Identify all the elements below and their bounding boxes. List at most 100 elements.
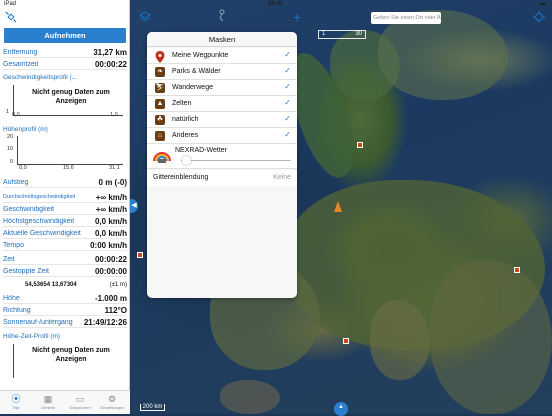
- scale-top-left: 1: [322, 31, 326, 37]
- coordinates-value: 54,53654 13,67304: [25, 282, 77, 288]
- elevation-x-tick: 31,1: [109, 165, 120, 171]
- trip-sidebar: Aufnehmen Entfernung 31,27 km Gesamtzeit…: [0, 0, 130, 414]
- search-input[interactable]: Geben Sie einen Ort oder Adresse: [371, 12, 441, 24]
- mask-item-trails[interactable]: ⛷ Wanderwege ✓: [147, 80, 297, 96]
- add-icon[interactable]: +: [293, 9, 301, 25]
- stat-value: -1.000 m: [94, 293, 127, 303]
- nature-icon: ☘: [155, 115, 165, 125]
- coordinates-accuracy: (±1 m): [109, 282, 127, 288]
- tab-saved[interactable]: ▭ Gespeichert: [66, 393, 94, 410]
- checkmark-icon: ✓: [284, 98, 291, 107]
- mask-item-label: Anderes: [172, 132, 199, 139]
- scale-top-right: 30: [355, 31, 362, 37]
- stat-row: Durchschnittsgeschwindigkeit +∞ km/h: [3, 192, 127, 203]
- elevation-axis: [17, 136, 18, 164]
- grid-overlay-value: Keine: [273, 174, 291, 181]
- mask-item-camping[interactable]: ▲ Zelten ✓: [147, 96, 297, 112]
- status-bar: iPad 09:41 ▬: [0, 0, 552, 9]
- stat-label: Höchstgeschwindigkeit: [3, 217, 75, 225]
- stat-row: Aufstieg 0 m (-0): [3, 177, 127, 188]
- stat-label: Aktuelle Geschwindigkeit: [3, 229, 81, 237]
- map-poi-marker[interactable]: [137, 252, 143, 258]
- pin-icon: [155, 51, 165, 63]
- rainbow-icon: [153, 147, 171, 165]
- stat-value: 21:49/12:26: [83, 317, 127, 327]
- stat-value: 00:00:00: [94, 266, 127, 276]
- current-location-arrow-icon: [334, 201, 342, 212]
- carrier-label: iPad: [4, 1, 17, 7]
- tab-bar: ⦿ Trip ▦ Gebiete ▭ Gespeichert ⚙ Einstel…: [0, 390, 130, 414]
- sidebar-toolbar: [0, 9, 130, 26]
- checkmark-icon: ✓: [284, 50, 291, 59]
- stat-value: 112°O: [104, 305, 127, 315]
- nexrad-slider-thumb[interactable]: [182, 156, 191, 165]
- stat-row: Richtung 112°O: [3, 305, 127, 316]
- mask-item-label: Zelten: [172, 100, 192, 107]
- leaf-icon: ❧: [155, 67, 165, 77]
- stat-label: Aufstieg: [3, 178, 29, 186]
- stat-value: +∞ km/h: [95, 204, 127, 214]
- mask-item-nature[interactable]: ☘ natürlich ✓: [147, 112, 297, 128]
- speed-profile-title: Geschwindigkeitsprofil (...: [3, 74, 78, 81]
- tent-icon: ▲: [155, 99, 165, 109]
- grid-overlay-row[interactable]: Gittereinblendung Keine: [147, 170, 297, 186]
- route-icon[interactable]: [215, 9, 227, 26]
- layers-icon[interactable]: [139, 11, 151, 26]
- elevation-y-tick: 20: [7, 134, 14, 140]
- stat-label: Gestoppte Zeit: [3, 267, 49, 275]
- map-poi-marker[interactable]: [514, 267, 520, 273]
- tab-areas[interactable]: ▦ Gebiete: [34, 393, 62, 410]
- stat-label: Tempo: [3, 241, 25, 249]
- tab-label: Gespeichert: [69, 405, 91, 410]
- checkmark-icon: ✓: [284, 82, 291, 91]
- stat-row: Gesamtzeit 00:00:22: [3, 59, 127, 70]
- checkmark-icon: ✓: [284, 130, 291, 139]
- elevation-x-tick: 15,6: [63, 165, 74, 171]
- stat-row: Höchstgeschwindigkeit 0,0 km/h: [3, 216, 127, 227]
- locate-me-icon[interactable]: [533, 11, 545, 26]
- map-poi-marker[interactable]: [357, 142, 363, 148]
- tab-settings[interactable]: ⚙ Einstellungen: [98, 393, 126, 410]
- tab-label: Gebiete: [40, 405, 55, 410]
- stat-row: Gestoppte Zeit 00:00:00: [3, 266, 127, 277]
- stat-value: 0:00 km/h: [90, 240, 127, 250]
- time-profile-chart: Nicht genug Daten zum Anzeigen: [3, 342, 127, 382]
- elevation-profile-title: Höhenprofil (m): [3, 126, 48, 133]
- mask-item-label: natürlich: [172, 116, 199, 123]
- stat-label: Gesamtzeit: [3, 60, 39, 68]
- stat-row: Aktuelle Geschwindigkeit 0,0 km/h: [3, 228, 127, 239]
- gear-icon: ⚙: [107, 394, 117, 404]
- mask-item-label: Meine Wegpunkte: [172, 52, 229, 59]
- checkmark-icon: ✓: [284, 114, 291, 123]
- nexrad-slider-track[interactable]: [181, 160, 291, 161]
- folder-icon: ▭: [75, 394, 85, 404]
- stat-value: 0 m (-0): [98, 177, 127, 187]
- elevation-profile-chart: 20 10 0 0,0 15,6 31,1: [3, 134, 127, 174]
- time-profile-axis: [13, 344, 14, 378]
- stat-value: 0,0 km/h: [94, 228, 127, 238]
- elevation-y-tick: 0: [10, 159, 14, 165]
- scale-indicator-top: 1 30: [318, 30, 366, 39]
- mask-item-parks[interactable]: ❧ Parks & Wälder ✓: [147, 64, 297, 80]
- stat-label: Richtung: [3, 306, 31, 314]
- grid-overlay-label: Gittereinblendung: [153, 174, 209, 181]
- stat-row: Tempo 0:00 km/h: [3, 240, 127, 251]
- satellite-icon[interactable]: [5, 11, 18, 24]
- scale-bar: 200 km: [140, 404, 165, 411]
- grid-icon: ▦: [43, 394, 53, 404]
- stat-label: Entfernung: [3, 48, 38, 56]
- stat-label: Geschwindigkeit: [3, 205, 54, 213]
- mask-item-label: Wanderwege: [172, 84, 213, 91]
- map-poi-marker[interactable]: [343, 338, 349, 344]
- mask-item-other[interactable]: ⌂ Anderes ✓: [147, 128, 297, 144]
- stat-value: 00:00:22: [94, 59, 127, 69]
- stat-row: Geschwindigkeit +∞ km/h: [3, 204, 127, 215]
- coordinates-row: 54,53654 13,67304 (±1 m): [3, 282, 127, 292]
- record-button[interactable]: Aufnehmen: [4, 28, 126, 43]
- stat-label: Höhe: [3, 294, 20, 302]
- speed-x-start: 0,0: [12, 112, 20, 118]
- mask-item-waypoints[interactable]: Meine Wegpunkte ✓: [147, 48, 297, 64]
- checkmark-icon: ✓: [284, 66, 291, 75]
- tab-label: Trip: [12, 405, 20, 410]
- tab-trip[interactable]: ⦿ Trip: [2, 393, 30, 410]
